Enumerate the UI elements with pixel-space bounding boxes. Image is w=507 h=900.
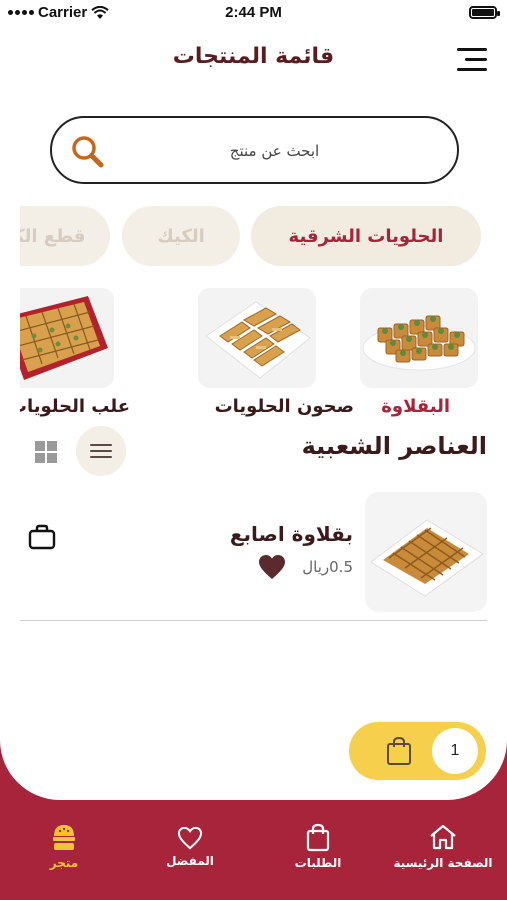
tab-store[interactable]: متجر xyxy=(14,822,114,870)
clock: 2:44 PM xyxy=(225,4,282,21)
heart-icon xyxy=(177,826,203,850)
menu-line xyxy=(465,58,487,61)
sweets-box-image xyxy=(20,288,114,388)
page-title: قائمة المنتجات xyxy=(172,44,335,69)
cart-count-badge: 1 xyxy=(432,728,478,774)
orders-bag-icon xyxy=(306,823,330,852)
baklava-image xyxy=(360,288,478,388)
menu-line xyxy=(457,68,487,71)
tab-home[interactable]: الصفحة الرئيسية xyxy=(393,822,493,870)
favorite-heart-icon[interactable] xyxy=(258,554,286,580)
section-title: العناصر الشعبية xyxy=(301,432,487,460)
item-name: بقلاوة اصابع xyxy=(229,522,353,546)
add-to-cart-icon[interactable] xyxy=(28,524,56,550)
product-category-label: البقلاوة xyxy=(381,396,450,417)
battery-icon xyxy=(469,6,500,19)
app-screen: Carrier 2:44 PM قائمة المنتجات الحلويات … xyxy=(0,0,507,800)
tab-label: متجر xyxy=(49,856,79,870)
list-icon xyxy=(90,456,112,458)
cart-button[interactable]: 1 xyxy=(349,722,486,780)
tab-label: المفضل xyxy=(166,854,214,868)
tab-label: الطلبات xyxy=(294,856,342,870)
product-category-label: علب الحلويات xyxy=(20,396,130,417)
product-category-sweets-box[interactable]: علب الحلويات xyxy=(20,288,130,417)
category-chip-cake[interactable]: الكيك xyxy=(122,206,240,266)
bottom-tab-bar: الصفحة الرئيسية الطلبات المفضل متجر xyxy=(0,800,507,900)
store-icon xyxy=(53,825,75,850)
sweets-platter-image xyxy=(198,288,316,388)
product-category-row: البقلاوة صحون الحلويات علب الحلويات xyxy=(20,288,507,418)
product-category-baklava[interactable]: البقلاوة xyxy=(360,288,478,417)
header: قائمة المنتجات xyxy=(0,40,507,80)
menu-button[interactable] xyxy=(457,48,487,72)
tab-favorites[interactable]: المفضل xyxy=(140,826,240,868)
divider xyxy=(20,620,487,621)
status-bar: Carrier 2:44 PM xyxy=(0,0,507,28)
tab-orders[interactable]: الطلبات xyxy=(268,822,368,870)
product-category-label: صحون الحلويات xyxy=(214,396,354,417)
list-icon xyxy=(90,450,112,452)
popular-item[interactable]: بقلاوة اصابع 0.5ريال xyxy=(20,490,487,614)
tab-label: الصفحة الرئيسية xyxy=(393,856,493,870)
menu-line xyxy=(457,48,487,51)
search-icon[interactable] xyxy=(70,134,106,170)
list-icon xyxy=(90,444,112,446)
list-view-button[interactable] xyxy=(76,426,126,476)
category-tabs: الحلويات الشرقية الكيك قطع الكيك xyxy=(20,206,507,266)
category-chip-oriental-sweets[interactable]: الحلويات الشرقية xyxy=(251,206,481,266)
home-icon xyxy=(430,824,456,850)
grid-view-icon[interactable] xyxy=(34,440,58,464)
shopping-bag-icon xyxy=(387,736,411,765)
item-image xyxy=(365,492,487,612)
product-category-sweets-platter[interactable]: صحون الحلويات xyxy=(198,288,354,417)
search-input[interactable] xyxy=(122,136,427,166)
category-chip-cake-pieces[interactable]: قطع الكيك xyxy=(20,206,110,266)
item-price: 0.5ريال xyxy=(302,558,353,576)
search-bar[interactable] xyxy=(50,116,459,184)
